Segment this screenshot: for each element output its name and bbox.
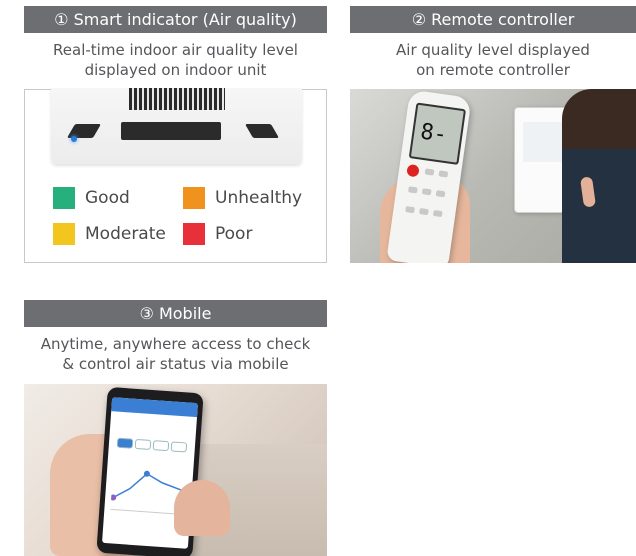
legend-item-good: Good: [53, 186, 130, 210]
indicator-led-icon: [71, 136, 77, 142]
app-tab-chip: [116, 437, 134, 449]
panel-1-subtitle: Real-time indoor air quality level displ…: [24, 40, 327, 80]
person-silhouette: [562, 89, 636, 263]
legend-label-unhealthy: Unhealthy: [215, 188, 303, 208]
remote-button: [421, 188, 432, 196]
remote-button: [419, 208, 429, 216]
panel-2-subtitle-line-1: Air quality level displayed: [396, 41, 590, 59]
panel-1-subtitle-line-1: Real-time indoor air quality level: [53, 41, 298, 59]
remote-button: [424, 168, 435, 176]
app-tab-chip: [134, 438, 152, 450]
app-header-bar: [111, 397, 198, 418]
remote-button: [432, 209, 443, 218]
thumb: [174, 480, 230, 536]
panel-2-subtitle-line-2: on remote controller: [416, 61, 570, 79]
remote-button: [438, 170, 449, 178]
remote-button: [435, 190, 446, 198]
remote-lcd-screen: 8-: [408, 102, 467, 165]
legend-label-poor: Poor: [215, 224, 253, 244]
indoor-unit-vane: [244, 124, 280, 138]
app-tab-chip: [170, 441, 188, 453]
remote-power-button-icon: [406, 163, 420, 178]
indoor-unit-vane: [121, 122, 221, 140]
legend-swatch-good: [53, 187, 75, 209]
panel-3-subtitle-line-2: & control air status via mobile: [62, 355, 289, 373]
panel-3-subtitle: Anytime, anywhere access to check & cont…: [24, 334, 327, 374]
remote-lcd-value: 8-: [418, 119, 449, 148]
panel-1-subtitle-line-2: displayed on indoor unit: [84, 61, 267, 79]
remote-button: [407, 186, 418, 194]
legend-label-good: Good: [85, 188, 130, 208]
legend-item-unhealthy: Unhealthy: [183, 186, 302, 210]
legend-swatch-unhealthy: [183, 187, 205, 209]
indoor-unit-indicator-box: Good Unhealthy Moderate Poor: [24, 88, 327, 263]
remote-controller-photo: 8-: [350, 89, 636, 263]
legend-item-moderate: Moderate: [53, 222, 166, 246]
panel-3-subtitle-line-1: Anytime, anywhere access to check: [40, 335, 311, 353]
app-tab-chip: [152, 440, 170, 452]
mobile-app-photo: [24, 384, 327, 556]
indoor-unit-image: [51, 88, 302, 164]
panel-2-subtitle: Air quality level displayed on remote co…: [350, 40, 636, 80]
panel-2-title: ② Remote controller: [350, 6, 636, 33]
legend-swatch-moderate: [53, 223, 75, 245]
legend-swatch-poor: [183, 223, 205, 245]
indoor-unit-grille: [129, 88, 225, 110]
remote-button: [405, 206, 415, 214]
panel-3-title: ③ Mobile: [24, 300, 327, 327]
panel-1-title: ① Smart indicator (Air quality): [24, 6, 327, 33]
legend-item-poor: Poor: [183, 222, 252, 246]
legend-label-moderate: Moderate: [85, 224, 166, 244]
